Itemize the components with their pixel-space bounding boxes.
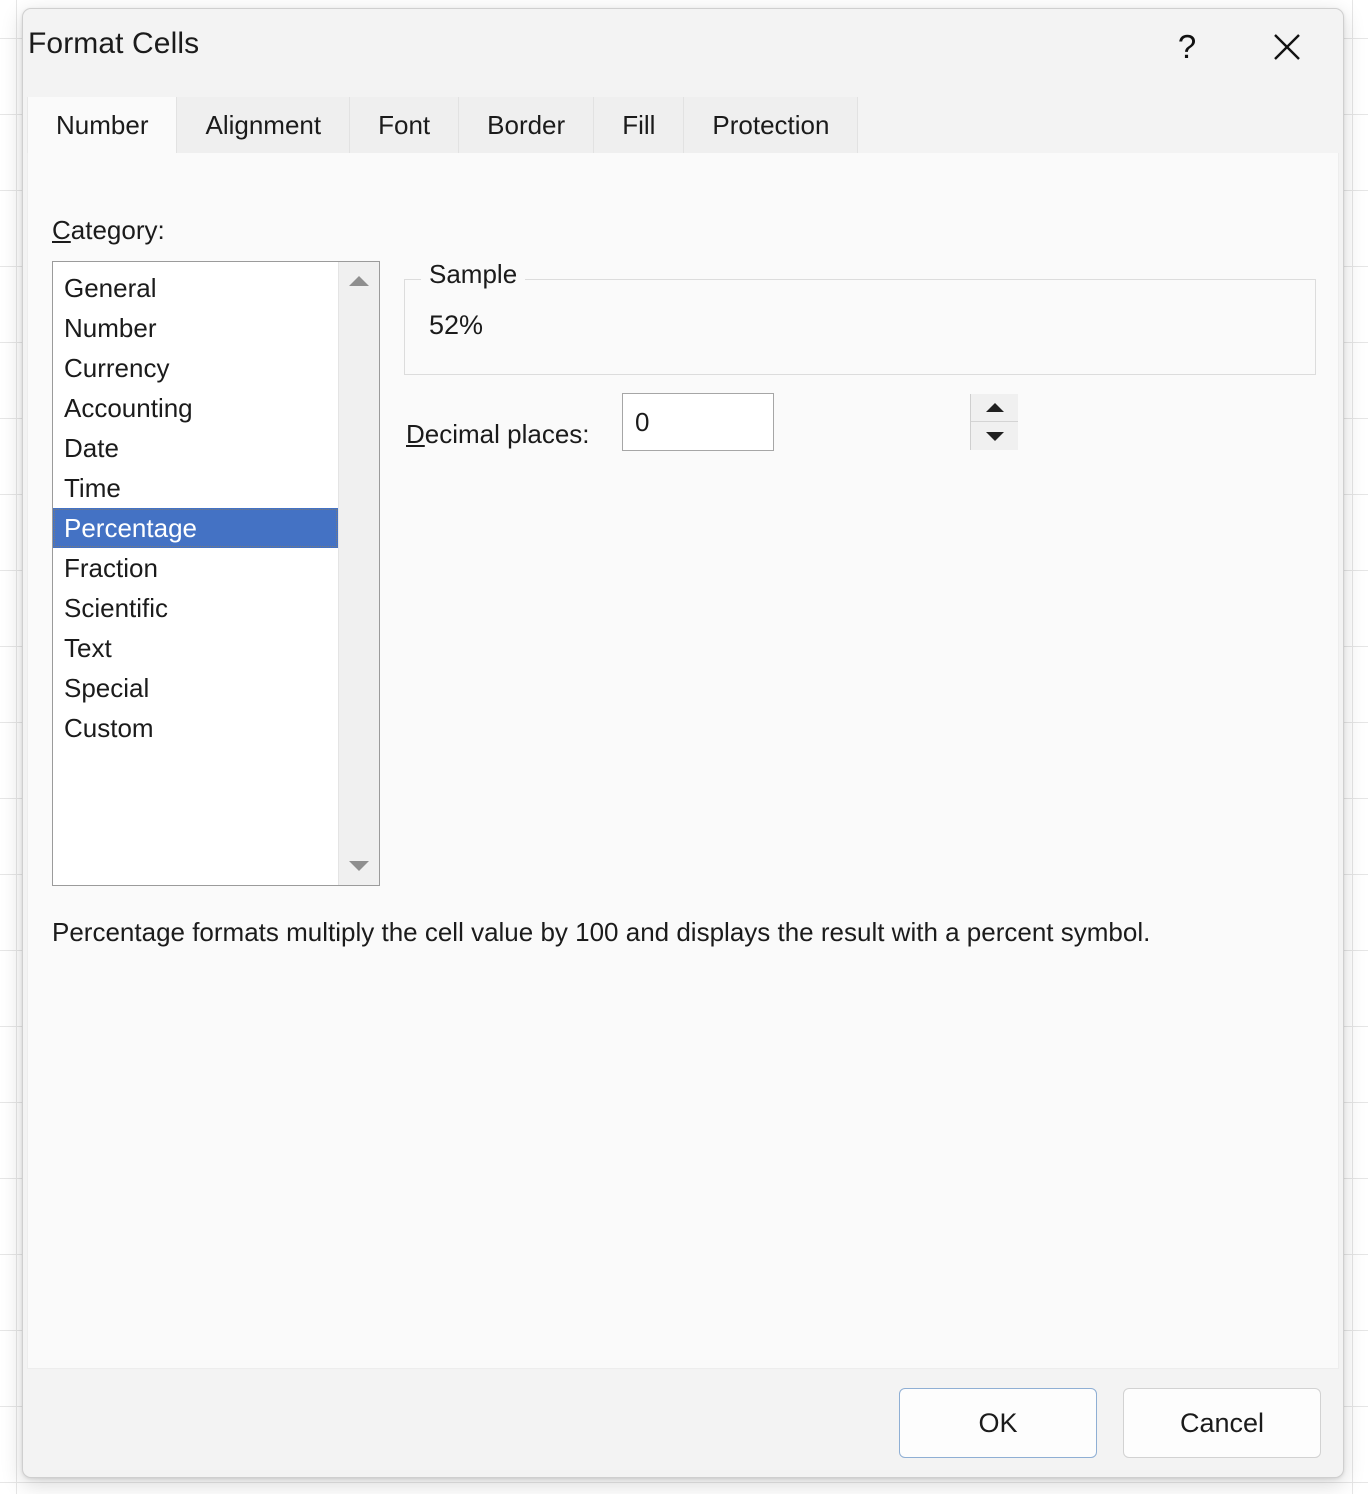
category-label: Category: — [52, 215, 165, 246]
format-cells-dialog: Format Cells ? Number Alignment Font Bor… — [22, 8, 1344, 1478]
decimal-places-stepper[interactable] — [622, 393, 774, 451]
dialog-title: Format Cells — [28, 27, 199, 61]
category-item-fraction[interactable]: Fraction — [53, 548, 338, 588]
category-item-accounting[interactable]: Accounting — [53, 388, 338, 428]
category-label-text: ategory: — [71, 215, 165, 245]
sample-value: 52% — [429, 310, 483, 341]
tab-alignment-label: Alignment — [205, 110, 321, 141]
tab-alignment[interactable]: Alignment — [177, 97, 350, 153]
decimal-places-label: Decimal places: — [406, 419, 590, 450]
triangle-down-icon — [986, 432, 1004, 441]
triangle-up-icon — [349, 276, 369, 286]
tab-fill-label: Fill — [622, 110, 655, 141]
tab-font-label: Font — [378, 110, 430, 141]
category-item-percentage[interactable]: Percentage — [53, 508, 338, 548]
category-label-accelerator: C — [52, 215, 71, 245]
category-description: Percentage formats multiply the cell val… — [52, 915, 1282, 949]
decimal-places-accelerator: D — [406, 419, 425, 449]
category-item-custom[interactable]: Custom — [53, 708, 338, 748]
tab-font[interactable]: Font — [350, 97, 459, 153]
decimal-places-spin-buttons — [970, 394, 1018, 450]
tab-strip: Number Alignment Font Border Fill Protec… — [23, 97, 1343, 153]
scroll-down-button[interactable] — [339, 849, 379, 883]
question-mark-icon: ? — [1178, 28, 1196, 66]
category-item-currency[interactable]: Currency — [53, 348, 338, 388]
category-listbox[interactable]: General Number Currency Accounting Date … — [52, 261, 380, 886]
category-scrollbar[interactable] — [338, 262, 379, 885]
category-item-time[interactable]: Time — [53, 468, 338, 508]
decimal-places-label-text: ecimal places: — [425, 419, 590, 449]
dialog-titlebar: Format Cells ? — [23, 9, 1343, 97]
triangle-down-icon — [349, 861, 369, 871]
category-item-general[interactable]: General — [53, 268, 338, 308]
dialog-footer: OK Cancel — [23, 1369, 1343, 1477]
tab-number[interactable]: Number — [27, 97, 177, 153]
sample-groupbox: Sample 52% — [404, 279, 1316, 375]
number-tab-panel: Category: General Number Currency Accoun… — [27, 153, 1339, 1369]
tab-protection[interactable]: Protection — [684, 97, 858, 153]
tab-border-label: Border — [487, 110, 565, 141]
help-button[interactable]: ? — [1157, 19, 1217, 75]
decimal-increment-button[interactable] — [971, 394, 1018, 422]
tab-strip-filler — [858, 97, 1343, 153]
tab-fill[interactable]: Fill — [594, 97, 684, 153]
cancel-button[interactable]: Cancel — [1123, 1388, 1321, 1458]
tab-number-label: Number — [56, 110, 148, 141]
category-item-list: General Number Currency Accounting Date … — [53, 262, 338, 885]
close-button[interactable] — [1257, 19, 1317, 75]
tab-border[interactable]: Border — [459, 97, 594, 153]
decimal-decrement-button[interactable] — [971, 422, 1018, 450]
tab-protection-label: Protection — [712, 110, 829, 141]
triangle-up-icon — [986, 403, 1004, 412]
category-item-date[interactable]: Date — [53, 428, 338, 468]
scroll-up-button[interactable] — [339, 264, 379, 298]
ok-button[interactable]: OK — [899, 1388, 1097, 1458]
decimal-places-input[interactable] — [623, 394, 970, 450]
close-x-icon — [1270, 30, 1304, 64]
sample-groupbox-legend: Sample — [421, 259, 525, 290]
category-item-number[interactable]: Number — [53, 308, 338, 348]
category-item-scientific[interactable]: Scientific — [53, 588, 338, 628]
category-item-special[interactable]: Special — [53, 668, 338, 708]
category-item-text[interactable]: Text — [53, 628, 338, 668]
